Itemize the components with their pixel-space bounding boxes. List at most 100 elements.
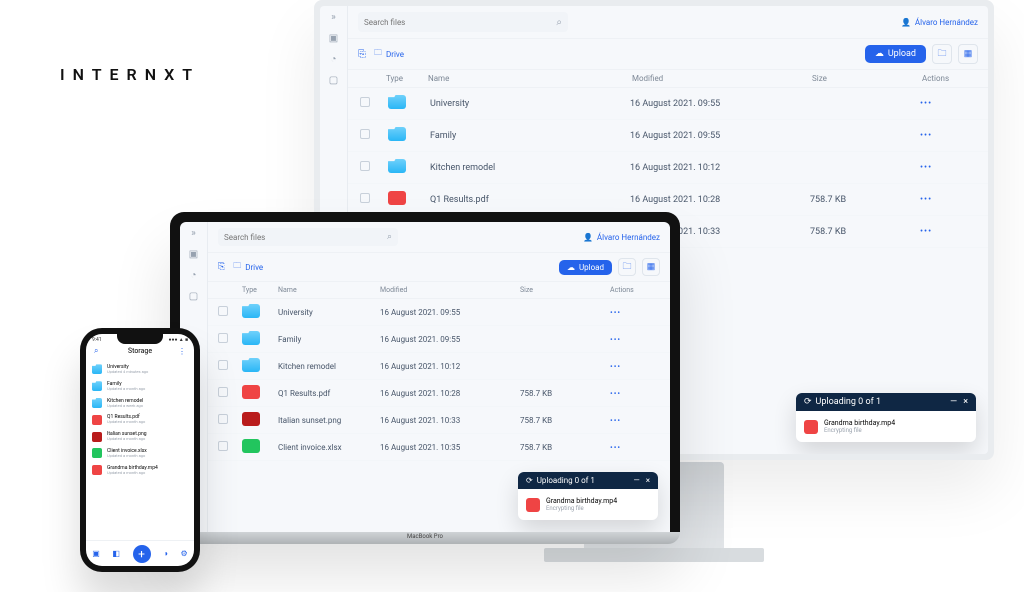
collapse-icon[interactable]: » xyxy=(191,228,196,239)
nav-drive-icon[interactable]: ▣ xyxy=(189,249,198,260)
location-icon[interactable]: ⎘ xyxy=(218,262,225,272)
nav-monitor-icon[interactable]: ▢ xyxy=(329,75,338,86)
file-type-icon xyxy=(388,127,406,141)
list-item[interactable]: Kitchen remodel Updated a week ago xyxy=(92,395,188,412)
close-icon[interactable]: × xyxy=(963,397,968,407)
view-grid-button[interactable]: ▦ xyxy=(642,258,660,276)
row-actions-button[interactable]: ••• xyxy=(610,443,660,452)
table-row[interactable]: Kitchen remodel 16 August 2021. 10:12 ••… xyxy=(348,152,988,184)
row-actions-button[interactable]: ••• xyxy=(610,308,660,317)
new-folder-button[interactable]: 🗀 xyxy=(618,258,636,276)
list-item[interactable]: Q1 Results.pdf Updated a month ago xyxy=(92,411,188,428)
cloud-upload-icon: ☁ xyxy=(875,49,884,59)
file-name: Q1 Results.pdf xyxy=(278,389,380,398)
breadcrumb[interactable]: 🗀 Drive xyxy=(233,260,263,274)
row-checkbox[interactable] xyxy=(218,333,228,343)
search-input[interactable]: ⌕ xyxy=(358,12,568,32)
col-type: Type xyxy=(386,74,428,83)
tab-settings-icon[interactable]: ⚙ xyxy=(181,549,188,558)
file-type-icon xyxy=(388,159,406,173)
more-icon[interactable]: ⋮ xyxy=(178,347,186,356)
tab-shared-icon[interactable]: ◑ xyxy=(163,549,168,558)
nav-monitor-icon[interactable]: ▢ xyxy=(189,291,198,302)
table-row[interactable]: University 16 August 2021. 09:55 ••• xyxy=(348,88,988,120)
upload-label: Upload xyxy=(888,49,916,59)
upload-file-status: Encrypting file xyxy=(546,505,617,512)
row-actions-button[interactable]: ••• xyxy=(610,416,660,425)
user-icon: 👤 xyxy=(901,18,911,27)
row-actions-button[interactable]: ••• xyxy=(610,389,660,398)
minimize-icon[interactable]: — xyxy=(633,476,639,485)
upload-toast: ⟳ Uploading 0 of 1 — × Grandma birthday.… xyxy=(518,472,658,520)
search-input[interactable]: ⌕ xyxy=(218,228,398,246)
list-item[interactable]: Family Updated a month ago xyxy=(92,378,188,395)
view-grid-button[interactable]: ▦ xyxy=(958,44,978,64)
nav-clock-icon[interactable]: ◔ xyxy=(330,54,336,65)
list-item[interactable]: Italian sunset.png Updated a month ago xyxy=(92,428,188,445)
fab-add-button[interactable]: + xyxy=(133,545,151,563)
row-actions-button[interactable]: ••• xyxy=(610,362,660,371)
file-type-icon xyxy=(242,385,260,399)
upload-button[interactable]: ☁ Upload xyxy=(559,260,612,275)
list-item[interactable]: University Updated 4 minutes ago xyxy=(92,361,188,378)
upload-file-name: Grandma birthday.mp4 xyxy=(824,419,895,427)
row-actions-button[interactable]: ••• xyxy=(920,227,976,237)
row-actions-button[interactable]: ••• xyxy=(610,335,660,344)
tab-recent-icon[interactable]: ◧ xyxy=(112,549,120,558)
row-actions-button[interactable]: ••• xyxy=(920,99,976,109)
upload-file-name: Grandma birthday.mp4 xyxy=(546,497,617,505)
tab-drive-icon[interactable]: ▣ xyxy=(92,549,100,558)
new-folder-button[interactable]: 🗀 xyxy=(932,44,952,64)
table-row[interactable]: Kitchen remodel 16 August 2021. 10:12 ••… xyxy=(208,353,670,380)
breadcrumb[interactable]: 🗀 Drive xyxy=(374,47,404,61)
table-header: Type Name Modified Size Actions xyxy=(208,282,670,299)
file-icon xyxy=(526,498,540,512)
file-type-icon xyxy=(92,381,102,391)
row-actions-button[interactable]: ••• xyxy=(920,131,976,141)
user-menu[interactable]: 👤 Álvaro Hernández xyxy=(583,233,660,242)
close-icon[interactable]: × xyxy=(646,476,650,485)
table-row[interactable]: Client invoice.xlsx 16 August 2021. 10:3… xyxy=(208,434,670,461)
drive-icon: 🗀 xyxy=(374,47,382,61)
file-size: 758.7 KB xyxy=(520,389,610,398)
table-row[interactable]: Family 16 August 2021. 09:55 ••• xyxy=(208,326,670,353)
row-checkbox[interactable] xyxy=(360,193,370,203)
table-row[interactable]: University 16 August 2021. 09:55 ••• xyxy=(208,299,670,326)
file-type-icon xyxy=(242,331,260,345)
file-name: Italian sunset.png xyxy=(278,416,380,425)
upload-toast-title: Uploading 0 of 1 xyxy=(816,397,881,407)
user-name: Álvaro Hernández xyxy=(915,18,978,27)
user-menu[interactable]: 👤 Álvaro Hernández xyxy=(901,18,978,27)
row-checkbox[interactable] xyxy=(218,306,228,316)
row-checkbox[interactable] xyxy=(218,441,228,451)
collapse-icon[interactable]: » xyxy=(331,12,336,23)
row-checkbox[interactable] xyxy=(360,161,370,171)
upload-toast-title: Uploading 0 of 1 xyxy=(537,476,595,485)
search-icon[interactable]: ⌕ xyxy=(94,346,98,356)
list-item[interactable]: Client invoice.xlsx Updated a month ago xyxy=(92,445,188,462)
file-name: Client invoice.xlsx xyxy=(278,443,380,452)
row-checkbox[interactable] xyxy=(360,97,370,107)
user-icon: 👤 xyxy=(583,233,593,242)
nav-clock-icon[interactable]: ◔ xyxy=(190,270,196,281)
upload-icon: ⟳ xyxy=(804,397,812,407)
row-checkbox[interactable] xyxy=(218,414,228,424)
list-item[interactable]: Grandma birthday.mp4 Updated a month ago xyxy=(92,462,188,479)
minimize-icon[interactable]: — xyxy=(950,397,957,407)
row-checkbox[interactable] xyxy=(360,129,370,139)
table-row[interactable]: Family 16 August 2021. 09:55 ••• xyxy=(348,120,988,152)
search-field[interactable] xyxy=(364,18,550,27)
row-actions-button[interactable]: ••• xyxy=(920,163,976,173)
nav-drive-icon[interactable]: ▣ xyxy=(329,33,338,44)
table-row[interactable]: Q1 Results.pdf 16 August 2021. 10:28 758… xyxy=(208,380,670,407)
upload-button[interactable]: ☁ Upload xyxy=(865,45,926,63)
item-subtitle: Updated a month ago xyxy=(107,454,147,459)
table-row[interactable]: Italian sunset.png 16 August 2021. 10:33… xyxy=(208,407,670,434)
row-checkbox[interactable] xyxy=(218,387,228,397)
file-type-icon xyxy=(388,191,406,205)
search-field[interactable] xyxy=(224,233,381,242)
location-icon[interactable]: ⎘ xyxy=(358,49,366,60)
row-checkbox[interactable] xyxy=(218,360,228,370)
row-actions-button[interactable]: ••• xyxy=(920,195,976,205)
file-type-icon xyxy=(242,304,260,318)
